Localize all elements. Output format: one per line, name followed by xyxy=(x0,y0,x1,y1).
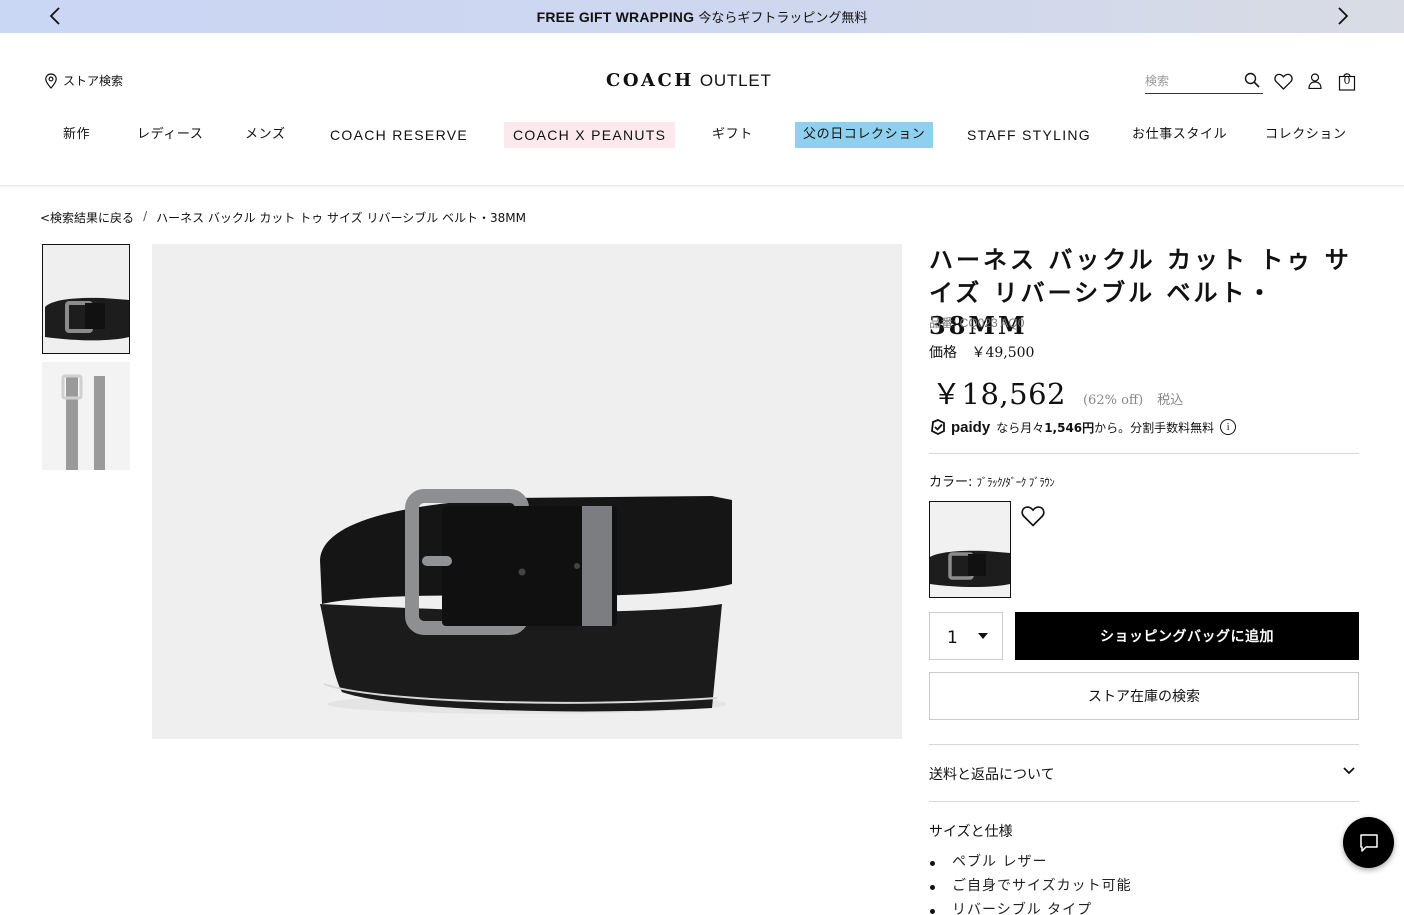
discount-badge: (62% off) xyxy=(1082,393,1144,408)
paidy-brand: paidy xyxy=(951,418,991,436)
heart-icon[interactable] xyxy=(1273,71,1293,91)
user-icon[interactable] xyxy=(1305,71,1325,91)
bag-count: 0 xyxy=(1343,74,1351,87)
paidy-logo: paidy xyxy=(929,418,990,436)
nav-item-mens[interactable]: メンズ xyxy=(245,122,286,148)
paidy-installment: paidy なら月々 1,546円 から。分割手数料無料 i xyxy=(929,418,1237,436)
shopping-bag-icon[interactable]: 0 xyxy=(1337,71,1357,91)
store-finder-link[interactable]: ストア検索 xyxy=(44,72,123,89)
color-swatch-black-dark-brown[interactable] xyxy=(929,501,1011,598)
search-input[interactable] xyxy=(1145,73,1237,88)
list-price: 価格 ￥49,500 xyxy=(929,342,1034,362)
paidy-mark-icon xyxy=(931,419,945,436)
nav-item-coach-reserve[interactable]: COACH RESERVE xyxy=(330,122,468,148)
promo-text[interactable]: FREE GIFT WRAPPING 今ならギフトラッピング無料 xyxy=(537,7,868,26)
add-to-bag-button[interactable]: ショッピングバッグに追加 xyxy=(1015,612,1359,660)
store-finder-label: ストア検索 xyxy=(63,74,124,88)
brand-logo[interactable]: COACH OUTLET xyxy=(606,70,796,91)
spec-list: ペブル レザー ご自身でサイズカット可能 リバーシブル タイプ xyxy=(929,850,1132,915)
divider xyxy=(929,801,1359,802)
divider xyxy=(929,744,1359,745)
product-main-image[interactable] xyxy=(152,244,1045,739)
chevron-down-icon xyxy=(1343,767,1355,775)
paidy-prefix: なら月々 xyxy=(996,420,1045,435)
color-label-prefix: カラー: xyxy=(929,475,973,490)
spec-item: リバーシブル タイプ xyxy=(929,898,1132,915)
breadcrumb-back-link[interactable]: <検索結果に戻る xyxy=(40,209,134,226)
nav-item-gifts[interactable]: ギフト xyxy=(712,122,753,148)
quantity-select[interactable]: 1 xyxy=(929,612,1003,660)
main-nav: 新作 レディース メンズ COACH RESERVE COACH X PEANU… xyxy=(0,122,1404,150)
spec-item: ご自身でサイズカット可能 xyxy=(929,874,1132,898)
add-to-wishlist-icon[interactable] xyxy=(1021,505,1045,527)
info-icon[interactable]: i xyxy=(1220,419,1237,435)
chevron-down-icon xyxy=(978,633,988,639)
header-divider xyxy=(0,185,1404,188)
location-pin-icon xyxy=(45,72,57,89)
product-sku: 品番: CQ023 AQ0 xyxy=(929,316,1025,330)
chevron-left-icon[interactable] xyxy=(44,5,66,27)
logo-sub: OUTLET xyxy=(699,71,772,90)
product-thumbnail-2[interactable] xyxy=(42,362,130,470)
nav-item-new[interactable]: 新作 xyxy=(63,122,90,148)
promo-headline: FREE GIFT WRAPPING xyxy=(536,9,695,25)
store-stock-button[interactable]: ストア在庫の検索 xyxy=(929,672,1359,720)
promo-subtext: 今ならギフトラッピング無料 xyxy=(698,11,868,26)
paidy-amount: 1,546円 xyxy=(1044,420,1095,435)
breadcrumb-separator: / xyxy=(143,209,148,223)
color-value: ﾌﾞﾗｯｸ/ﾀﾞｰｸ ﾌﾞﾗｳﾝ xyxy=(976,476,1055,489)
breadcrumb: <検索結果に戻る / ハーネス バックル カット トゥ サイズ リバーシブル ベ… xyxy=(40,209,526,226)
paidy-suffix: から。分割手数料無料 xyxy=(1094,420,1215,435)
list-price-value: ￥49,500 xyxy=(971,345,1035,361)
tax-note: 税込 xyxy=(1157,393,1184,408)
nav-item-work-style[interactable]: お仕事スタイル xyxy=(1132,122,1227,148)
divider xyxy=(929,453,1359,454)
chat-button[interactable] xyxy=(1343,817,1394,868)
shipping-returns-accordion[interactable]: 送料と返品について xyxy=(929,764,1359,784)
nav-item-coach-x-peanuts[interactable]: COACH X PEANUTS xyxy=(504,122,676,148)
nav-item-ladies[interactable]: レディース xyxy=(137,122,203,148)
logo-main: COACH xyxy=(606,70,694,91)
nav-item-staff-styling[interactable]: STAFF STYLING xyxy=(967,122,1091,148)
spec-item: ペブル レザー xyxy=(929,850,1132,874)
promo-banner: FREE GIFT WRAPPING 今ならギフトラッピング無料 xyxy=(0,0,1404,33)
nav-item-collection[interactable]: コレクション xyxy=(1265,122,1347,148)
color-label: カラー: ﾌﾞﾗｯｸ/ﾀﾞｰｸ ﾌﾞﾗｳﾝ xyxy=(929,471,1055,490)
search-box xyxy=(1145,68,1263,94)
chat-icon xyxy=(1359,833,1378,852)
product-thumbnail-1[interactable] xyxy=(42,244,130,354)
sale-price-value: ￥18,562 xyxy=(932,377,1066,411)
sale-price: ￥18,562 (62% off) 税込 xyxy=(932,371,1183,413)
search-icon[interactable] xyxy=(1244,72,1260,88)
shipping-returns-label: 送料と返品について xyxy=(929,767,1055,783)
quantity-value: 1 xyxy=(947,628,958,648)
breadcrumb-current: ハーネス バックル カット トゥ サイズ リバーシブル ベルト・38MM xyxy=(156,211,527,225)
chevron-right-icon[interactable] xyxy=(1332,5,1354,27)
list-price-label: 価格 xyxy=(929,345,957,361)
nav-item-fathers-day[interactable]: 父の日コレクション xyxy=(795,122,934,148)
belt-illustration xyxy=(320,489,732,714)
size-specs-heading[interactable]: サイズと仕様 xyxy=(929,821,1359,841)
